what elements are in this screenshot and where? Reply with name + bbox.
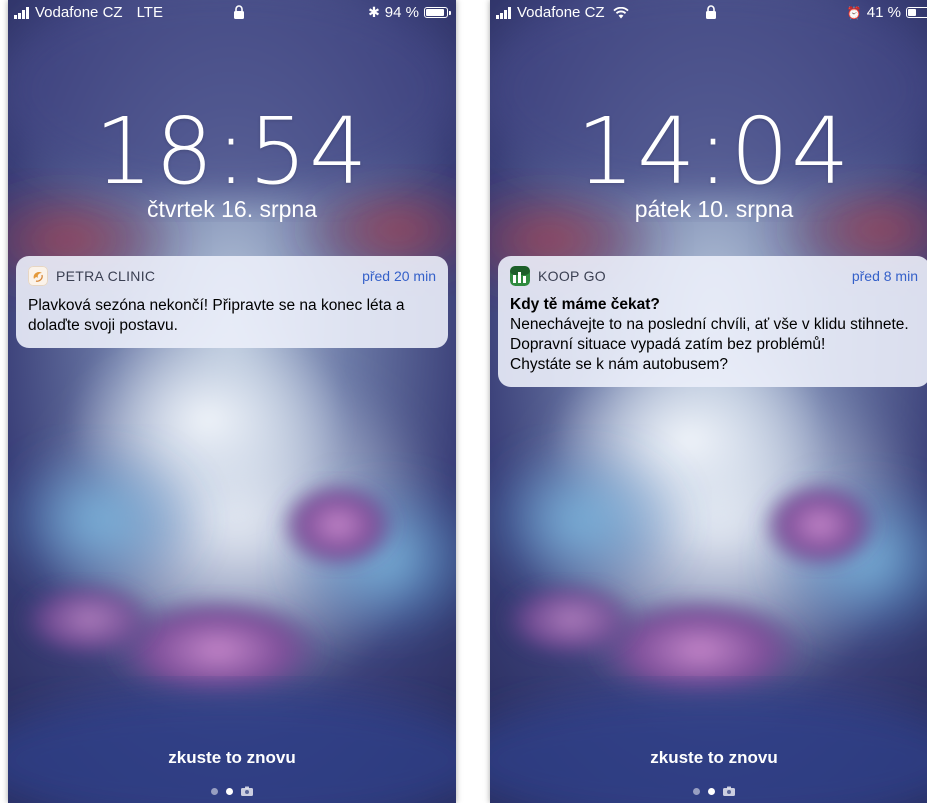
notification-app-name: PETRA CLINIC [56,268,156,284]
page-dot [211,787,218,795]
page-dot-active [226,787,233,795]
battery-percent: 94 % [384,4,419,21]
lock-icon [234,5,244,19]
wifi-icon [612,6,629,18]
battery-icon [906,7,927,18]
carrier-name: Vodafone CZ [517,4,605,21]
notification-time: před 20 min [362,268,436,284]
signal-icon [496,6,511,19]
battery-percent: 41 % [866,4,901,21]
unlock-hint: zkuste to znovu [168,748,296,767]
carrier-name: Vodafone CZ [35,4,123,21]
clock-date: čtvrtek 16. srpna [146,196,318,222]
clock-time: 18:54 [94,98,370,205]
battery-icon [424,7,451,18]
page-indicator [490,786,927,796]
camera-icon[interactable] [723,786,735,796]
lock-icon [706,5,716,19]
page-indicator [8,786,456,796]
page-dot [693,787,700,795]
notification-card[interactable]: KOOP GO před 8 min Kdy tě máme čekat? Ne… [498,256,927,387]
notification-card[interactable]: PETRA CLINIC před 20 min Plavková sezóna… [16,256,448,348]
notification-app-name: KOOP GO [538,268,606,284]
status-bar: Vodafone CZ ⏰ 41 % [490,0,927,24]
clock-time: 14:04 [576,98,852,205]
clock-date: pátek 10. srpna [634,196,794,222]
lock-screen-right: Vodafone CZ ⏰ 41 % 14:04 pátek 10. srpna [490,0,927,803]
notification-title: Kdy tě máme čekat? [510,296,660,313]
signal-icon [14,6,29,19]
alarm-icon: ⏰ [846,5,862,20]
page-dot-active [708,787,715,795]
notification-body: Nenechávejte to na poslední chvíli, ať v… [510,316,909,373]
notification-body: Plavková sezóna nekončí! Připravte se na… [28,297,405,334]
notification-time: před 8 min [851,268,918,284]
koop-go-app-icon [510,266,530,286]
network-type: LTE [136,4,163,21]
camera-icon[interactable] [241,786,253,796]
bluetooth-icon: ✱ [368,4,380,20]
unlock-hint: zkuste to znovu [650,748,778,767]
status-bar: Vodafone CZ LTE ✱ 94 % [8,0,456,24]
petra-clinic-app-icon [28,266,48,286]
lock-screen-left: Vodafone CZ LTE ✱ 94 % 18:54 čtvrtek 16.… [8,0,456,803]
